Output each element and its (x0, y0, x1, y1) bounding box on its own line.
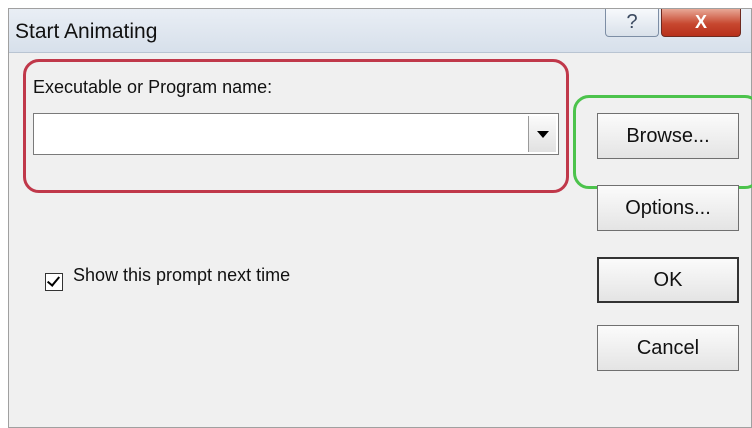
show-prompt-label: Show this prompt next time (73, 265, 291, 285)
show-prompt-checkbox[interactable] (45, 273, 63, 291)
window-title: Start Animating (15, 20, 158, 43)
help-button[interactable]: ? (605, 9, 659, 37)
green-highlight-annotation (573, 95, 752, 189)
red-highlight-annotation (23, 59, 569, 193)
close-button[interactable]: X (661, 9, 741, 37)
ok-button[interactable]: OK (597, 257, 739, 303)
cancel-button[interactable]: Cancel (597, 325, 739, 371)
start-animating-dialog: Start Animating ? X Executable or Progra… (8, 8, 752, 428)
options-button[interactable]: Options... (597, 185, 739, 231)
title-bar: Start Animating ? X (9, 9, 751, 53)
